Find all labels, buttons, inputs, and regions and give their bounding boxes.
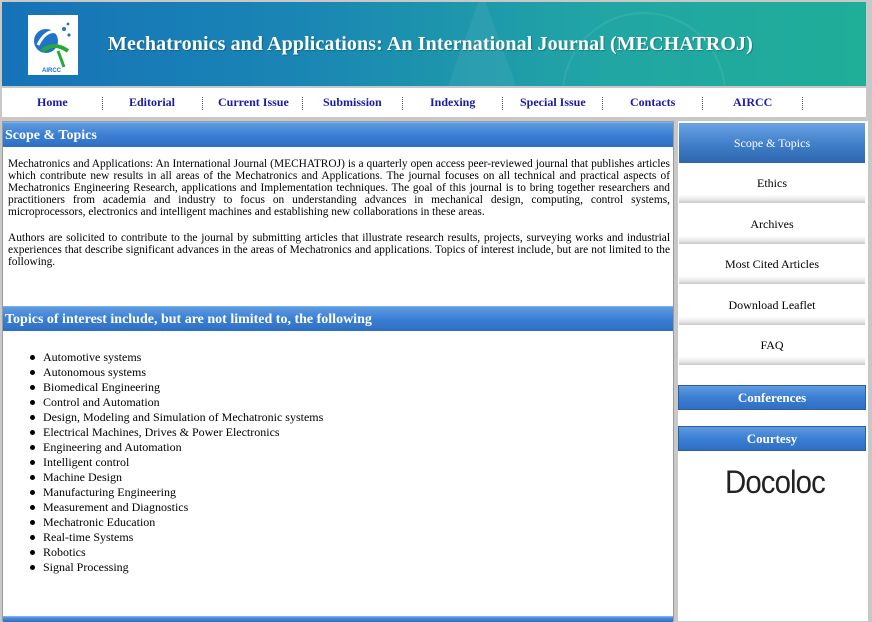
list-item: Electrical Machines, Drives & Power Elec… [29, 425, 323, 440]
nav-aircc[interactable]: AIRCC [733, 95, 772, 110]
nav-separator [302, 97, 303, 110]
nav-separator [102, 97, 103, 110]
intro-paragraph: Mechatronics and Applications: An Intern… [8, 158, 670, 218]
site-title: Mechatronics and Applications: An Intern… [108, 33, 753, 55]
list-item: Robotics [29, 545, 323, 560]
list-item: Automotive systems [29, 350, 323, 365]
topics-list: Automotive systems Autonomous systems Bi… [29, 350, 324, 575]
nav-contacts[interactable]: Contacts [630, 95, 675, 110]
list-item: Autonomous systems [29, 365, 323, 380]
sidebar-item-faq[interactable]: FAQ [679, 325, 865, 365]
scope-heading: Scope & Topics [3, 122, 673, 147]
list-item: Real-time Systems [29, 530, 323, 545]
sidebar-item-ethics[interactable]: Ethics [679, 163, 865, 203]
docoloc-logo[interactable]: Docoloc [725, 464, 826, 501]
list-item: Mechatronic Education [29, 515, 323, 530]
site-header: AIRCC Mechatronics and Applications: An … [2, 2, 866, 86]
list-item: Control and Automation [29, 395, 323, 410]
main-content: Scope & Topics Mechatronics and Applicat… [2, 121, 674, 622]
conferences-heading[interactable]: Conferences [678, 385, 866, 410]
aircc-logo-icon: AIRCC [34, 22, 71, 74]
list-item: Measurement and Diagnostics [29, 500, 323, 515]
nav-home[interactable]: Home [37, 95, 68, 110]
top-nav: Home Editorial Current Issue Submission … [2, 88, 866, 117]
list-item: Design, Modeling and Simulation of Mecha… [29, 410, 324, 424]
list-item: Engineering and Automation [29, 440, 323, 455]
logo-text: AIRCC [42, 68, 62, 74]
nav-separator [602, 97, 603, 110]
aircc-logo[interactable]: AIRCC [28, 15, 78, 75]
list-item: Signal Processing [29, 560, 323, 575]
nav-current-issue[interactable]: Current Issue [218, 95, 289, 110]
authors-paragraph: Authors are solicited to contribute to t… [8, 232, 670, 268]
topics-heading: Topics of interest include, but are not … [3, 306, 673, 331]
list-item: Manufacturing Engineering [29, 485, 323, 500]
sidebar-item-scope-topics[interactable]: Scope & Topics [679, 123, 865, 163]
sidebar: Scope & Topics Ethics Archives Most Cite… [678, 121, 868, 621]
list-item: Intelligent control [29, 455, 323, 470]
nav-separator [802, 97, 803, 110]
nav-separator [202, 97, 203, 110]
sidebar-item-archives[interactable]: Archives [679, 204, 865, 244]
nav-submission[interactable]: Submission [323, 95, 382, 110]
next-section-heading [3, 616, 673, 622]
list-item: Biomedical Engineering [29, 380, 323, 395]
sidebar-item-most-cited[interactable]: Most Cited Articles [679, 244, 865, 284]
nav-separator [402, 97, 403, 110]
list-item: Machine Design [29, 470, 323, 485]
nav-special-issue[interactable]: Special Issue [520, 95, 586, 110]
nav-indexing[interactable]: Indexing [430, 95, 475, 110]
courtesy-heading: Courtesy [678, 426, 866, 451]
nav-separator [502, 97, 503, 110]
sidebar-item-download-leaflet[interactable]: Download Leaflet [679, 285, 865, 325]
nav-editorial[interactable]: Editorial [129, 95, 175, 110]
nav-separator [702, 97, 703, 110]
